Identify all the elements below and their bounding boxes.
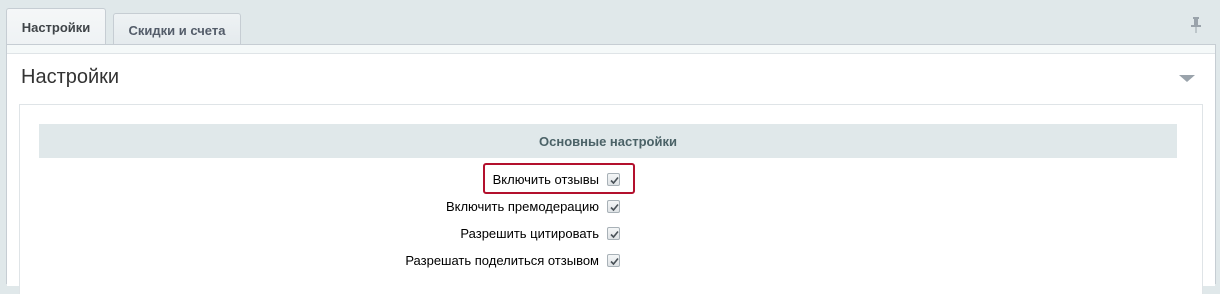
enable-premoderation-checkbox[interactable] <box>607 199 620 213</box>
setting-row-allow-sharing: Разрешать поделиться отзывом <box>20 249 620 271</box>
allow-quoting-checkbox[interactable] <box>607 226 620 240</box>
tab-discounts-and-accounts[interactable]: Скидки и счета <box>113 13 241 46</box>
chevron-down-icon[interactable] <box>1179 75 1195 82</box>
settings-section: Настройки Основные настройки Включить от… <box>7 53 1215 294</box>
main-settings-header: Основные настройки <box>39 124 1177 158</box>
allow-sharing-checkbox[interactable] <box>607 253 620 267</box>
checkmark-icon <box>610 203 619 211</box>
allow-quoting-label: Разрешить цитировать <box>460 225 599 241</box>
pin-icon[interactable] <box>1190 16 1202 34</box>
setting-row-allow-quoting: Разрешить цитировать <box>20 222 620 244</box>
tab-settings-label: Настройки <box>21 20 91 35</box>
main-settings-box: Основные настройки Включить отзывы Включ… <box>19 104 1203 294</box>
settings-window: Настройки Скидки и счета Настройки Основ… <box>0 0 1218 294</box>
tab-settings[interactable]: Настройки <box>6 8 106 46</box>
allow-sharing-label: Разрешать поделиться отзывом <box>405 252 599 268</box>
checkmark-icon <box>610 257 619 265</box>
highlight-box <box>483 163 635 194</box>
setting-row-enable-premoderation: Включить премодерацию <box>20 195 620 217</box>
settings-panel: Настройки Основные настройки Включить от… <box>6 44 1216 294</box>
checkmark-icon <box>610 230 619 238</box>
section-title: Настройки <box>21 66 120 88</box>
enable-premoderation-label: Включить премодерацию <box>445 198 599 214</box>
tab-discounts-label: Скидки и счета <box>128 22 226 38</box>
